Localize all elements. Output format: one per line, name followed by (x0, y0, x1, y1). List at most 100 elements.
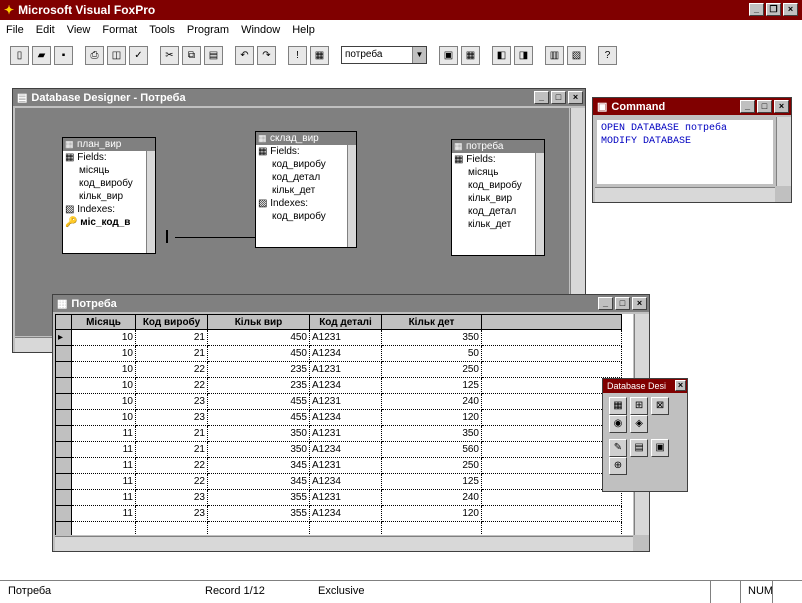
table-row[interactable]: 10 22 235 A1231 250 (55, 361, 622, 378)
table-cell[interactable]: A1231 (309, 489, 382, 506)
run-icon[interactable]: ! (288, 45, 307, 65)
field-item[interactable]: кільк_дет (452, 218, 544, 231)
field-item[interactable]: код_виробу (452, 179, 544, 192)
print-icon[interactable]: ⎙ (85, 45, 104, 65)
browse-maximize-button[interactable]: □ (615, 297, 630, 310)
paste-icon[interactable]: ▤ (204, 45, 223, 65)
relation-line[interactable] (175, 237, 255, 238)
table-scrollbar[interactable] (535, 153, 544, 255)
table-cell[interactable]: 235 (207, 377, 310, 394)
redo-icon[interactable]: ↷ (257, 45, 276, 65)
table-row[interactable]: 11 22 345 A1234 125 (55, 473, 622, 490)
table-cell[interactable]: 10 (71, 377, 136, 394)
new-table-icon[interactable]: ▦ (609, 397, 627, 415)
table-cell[interactable]: A1231 (309, 329, 382, 346)
database-designer-titlebar[interactable]: ▤ Database Designer - Потреба _ □ × (13, 89, 585, 106)
autoreport-icon[interactable]: ▧ (567, 45, 586, 65)
menu-format[interactable]: Format (102, 24, 137, 36)
command-maximize-button[interactable]: □ (757, 100, 772, 113)
table-row[interactable]: 11 23 355 A1231 240 (55, 489, 622, 506)
table-cell[interactable]: 10 (71, 361, 136, 378)
table-row[interactable]: ▸ 10 21 450 A1231 350 (55, 329, 622, 346)
table-cell[interactable]: 21 (135, 425, 208, 442)
menu-file[interactable]: File (6, 24, 24, 36)
command-titlebar[interactable]: ▣ Command _ □ × (593, 98, 791, 115)
table-cell[interactable]: 11 (71, 457, 136, 474)
table-cell[interactable]: 21 (135, 329, 208, 346)
field-item[interactable]: код_детал (256, 171, 356, 184)
table-row[interactable]: 10 21 450 A1234 50 (55, 345, 622, 362)
table-cell[interactable]: 23 (135, 393, 208, 410)
database-combo[interactable]: потреба ▼ (341, 46, 427, 64)
table-cell[interactable]: 240 (381, 393, 482, 410)
copy-icon[interactable]: ⧉ (182, 45, 201, 65)
table-cell[interactable]: 350 (381, 329, 482, 346)
connections-icon[interactable]: ⊕ (609, 457, 627, 475)
table-cell[interactable]: 50 (381, 345, 482, 362)
index-item[interactable]: 🔑 міс_код_в (63, 216, 155, 229)
spelling-icon[interactable]: ✓ (129, 45, 148, 65)
designer-maximize-button[interactable]: □ (551, 91, 566, 104)
table-cell[interactable]: 120 (381, 409, 482, 426)
row-selector[interactable] (55, 441, 72, 458)
table-cell[interactable]: 125 (381, 377, 482, 394)
table-cell[interactable]: A1234 (309, 473, 382, 490)
table-cell[interactable]: A1234 (309, 377, 382, 394)
open-icon[interactable]: ▰ (32, 45, 51, 65)
table-cell[interactable]: A1231 (309, 457, 382, 474)
new-local-view-icon[interactable]: ◈ (630, 415, 649, 433)
command-editor[interactable]: OPEN DATABASE потреба MODIFY DATABASE (597, 120, 773, 184)
menu-program[interactable]: Program (187, 24, 229, 36)
autoform-icon[interactable]: ▥ (545, 45, 564, 65)
designer-minimize-button[interactable]: _ (534, 91, 549, 104)
menu-view[interactable]: View (67, 24, 91, 36)
row-selector[interactable] (55, 425, 72, 442)
chevron-down-icon[interactable]: ▼ (412, 47, 426, 63)
menu-edit[interactable]: Edit (36, 24, 55, 36)
command-window[interactable]: ▣ Command _ □ × OPEN DATABASE потреба MO… (592, 97, 792, 203)
table-cell[interactable]: 345 (207, 473, 310, 490)
row-selector[interactable] (55, 345, 72, 362)
table-cell[interactable]: 355 (207, 489, 310, 506)
table-cell[interactable]: 120 (381, 505, 482, 522)
table-row[interactable]: 10 23 455 A1234 120 (55, 409, 622, 426)
field-item[interactable]: код_виробу (256, 158, 356, 171)
table-cell[interactable]: 23 (135, 409, 208, 426)
table-cell[interactable]: 11 (71, 473, 136, 490)
index-item[interactable]: код_виробу (256, 210, 356, 223)
menu-tools[interactable]: Tools (149, 24, 175, 36)
browse-window[interactable]: ▦ Потреба _ □ × Місяць Код виробу Кільк … (52, 294, 650, 552)
close-button[interactable]: × (783, 3, 798, 16)
new-icon[interactable]: ▯ (10, 45, 29, 65)
table-cell[interactable]: 23 (135, 505, 208, 522)
table-cell[interactable]: 350 (207, 425, 310, 442)
table-potreba[interactable]: потреба ▦ Fields: місяць код_виробу кіль… (451, 139, 545, 256)
table-row[interactable]: 11 23 355 A1234 120 (55, 505, 622, 522)
designer-close-button[interactable]: × (568, 91, 583, 104)
table-cell[interactable]: A1231 (309, 361, 382, 378)
browse-hscroll[interactable] (55, 536, 633, 551)
table-cell[interactable]: 355 (207, 505, 310, 522)
add-table-icon[interactable]: ⊞ (630, 397, 649, 415)
command-line[interactable]: OPEN DATABASE потреба (601, 122, 769, 135)
table-cell[interactable]: 235 (207, 361, 310, 378)
new-remote-view-icon[interactable]: ◉ (609, 415, 627, 433)
table-cell[interactable]: 10 (71, 329, 136, 346)
table-cell[interactable]: 23 (135, 489, 208, 506)
column-header[interactable]: Код деталі (309, 314, 382, 330)
table-cell[interactable]: 125 (381, 473, 482, 490)
command-vscroll[interactable] (776, 117, 791, 186)
table-plan-vyr[interactable]: план_вир ▦ Fields: місяць код_виробу кіл… (62, 137, 156, 254)
table-row[interactable]: 10 23 455 A1231 240 (55, 393, 622, 410)
table-cell[interactable]: 10 (71, 409, 136, 426)
table-cell[interactable]: 11 (71, 425, 136, 442)
table-cell[interactable]: 450 (207, 329, 310, 346)
table-cell[interactable]: 450 (207, 345, 310, 362)
table-cell[interactable]: 345 (207, 457, 310, 474)
view-window-icon[interactable]: ▦ (461, 45, 480, 65)
table-cell[interactable]: 11 (71, 505, 136, 522)
table-cell[interactable]: 22 (135, 473, 208, 490)
column-header[interactable]: Код виробу (135, 314, 208, 330)
edit-procedures-icon[interactable]: ▣ (651, 439, 670, 457)
row-selector[interactable] (55, 393, 72, 410)
